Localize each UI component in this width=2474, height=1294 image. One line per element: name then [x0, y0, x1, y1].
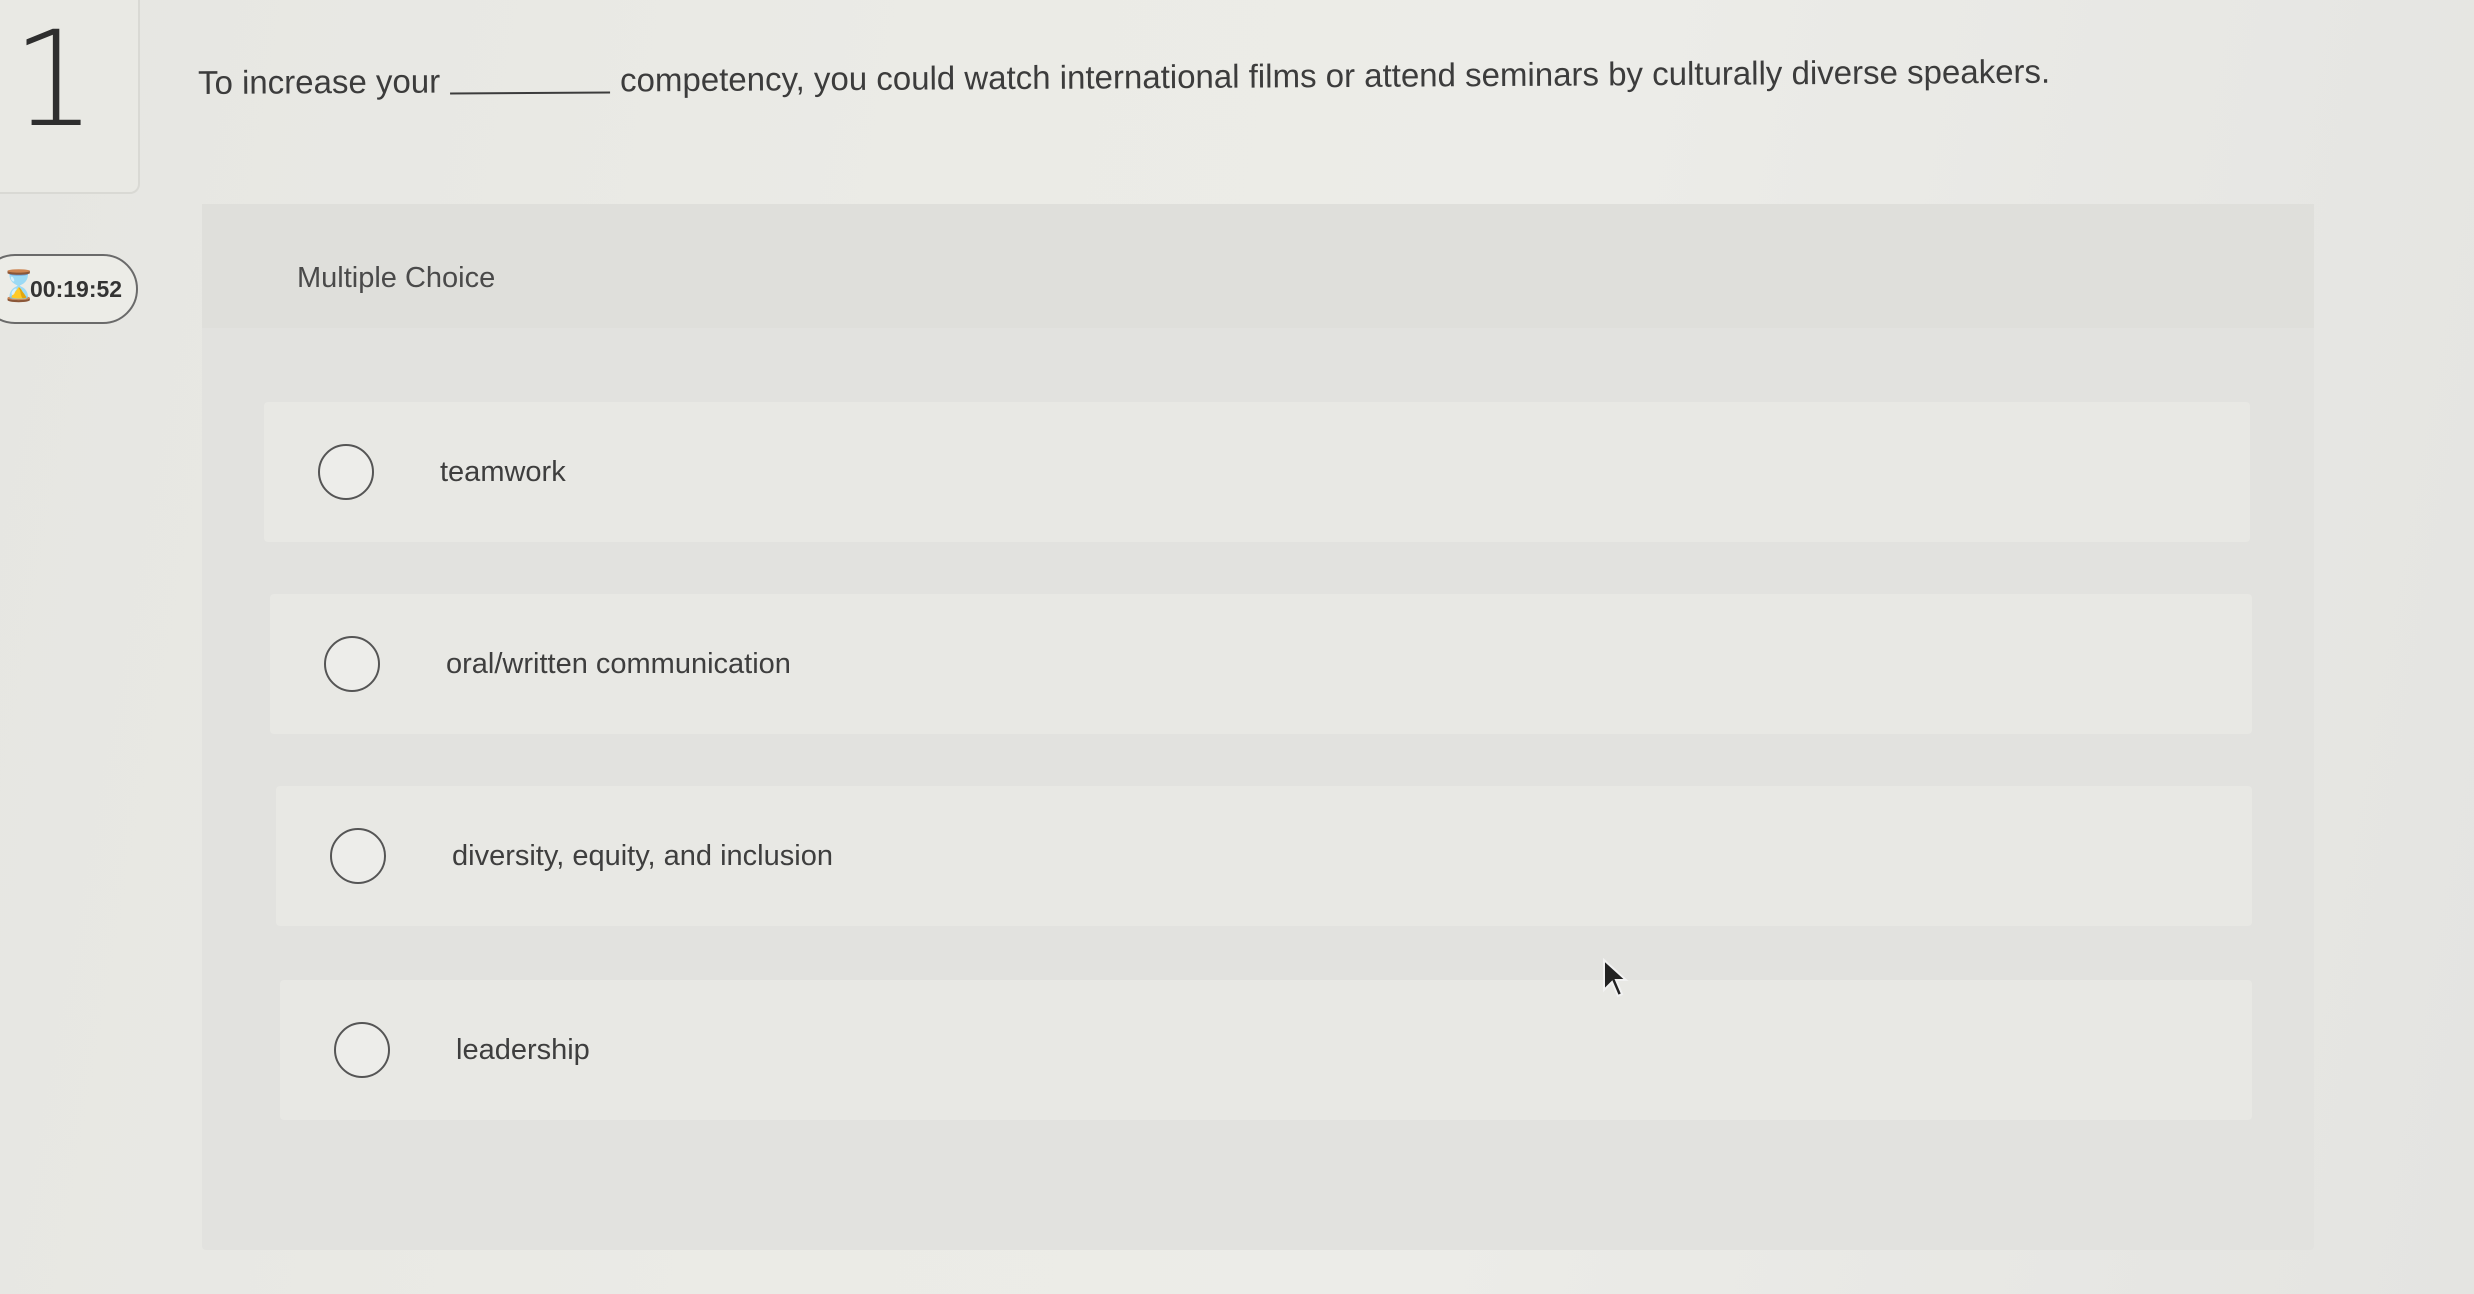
option-leadership[interactable]: leadership — [280, 980, 2252, 1120]
option-label: teamwork — [440, 455, 566, 488]
question-number: 1 — [12, 3, 96, 157]
timer-badge: ⌛ 00:19:52 — [0, 254, 138, 324]
answer-panel: Multiple Choice teamwork oral/written co… — [202, 204, 2314, 1250]
radio-button[interactable] — [324, 636, 380, 692]
option-label: oral/written communication — [446, 647, 791, 680]
question-number-box: 1 — [0, 0, 140, 194]
option-label: diversity, equity, and inclusion — [452, 839, 833, 872]
timer-value: 00:19:52 — [30, 275, 123, 302]
question-prompt: To increase your competency, you could wa… — [198, 53, 2050, 102]
question-type-label: Multiple Choice — [297, 262, 496, 294]
question-text-before: To increase your — [197, 62, 441, 101]
answer-blank — [450, 91, 611, 95]
radio-button[interactable] — [318, 444, 374, 500]
option-label: leadership — [456, 1033, 590, 1066]
hourglass-icon: ⌛ — [0, 270, 38, 303]
panel-header: Multiple Choice — [202, 204, 2314, 328]
radio-button[interactable] — [330, 828, 386, 884]
option-teamwork[interactable]: teamwork — [264, 402, 2250, 542]
mouse-cursor-icon — [1603, 958, 1629, 998]
option-diversity-equity-inclusion[interactable]: diversity, equity, and inclusion — [276, 786, 2252, 926]
option-oral-written-communication[interactable]: oral/written communication — [270, 594, 2252, 734]
question-text-after: competency, you could watch internationa… — [620, 52, 2051, 99]
radio-button[interactable] — [334, 1022, 390, 1078]
